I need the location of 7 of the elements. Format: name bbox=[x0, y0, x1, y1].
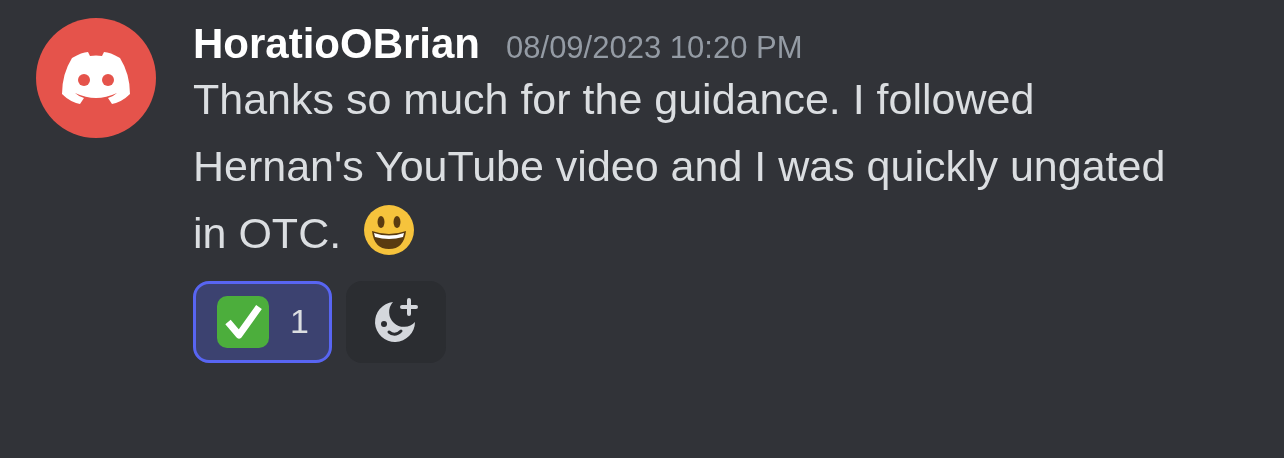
message-text: Thanks so much for the guidance. I followed Hernan's YouTube video and I was quickly ungated in OTC. bbox=[193, 73, 1166, 259]
add-reaction-button[interactable] bbox=[345, 280, 446, 363]
game-controller-face-icon bbox=[60, 50, 132, 106]
username[interactable]: HoratioOBrian bbox=[193, 20, 481, 68]
reaction-button[interactable]: 1 bbox=[193, 280, 332, 363]
timestamp: 08/09/2023 10:20 PM bbox=[506, 29, 803, 67]
check-mark-icon bbox=[216, 294, 270, 349]
